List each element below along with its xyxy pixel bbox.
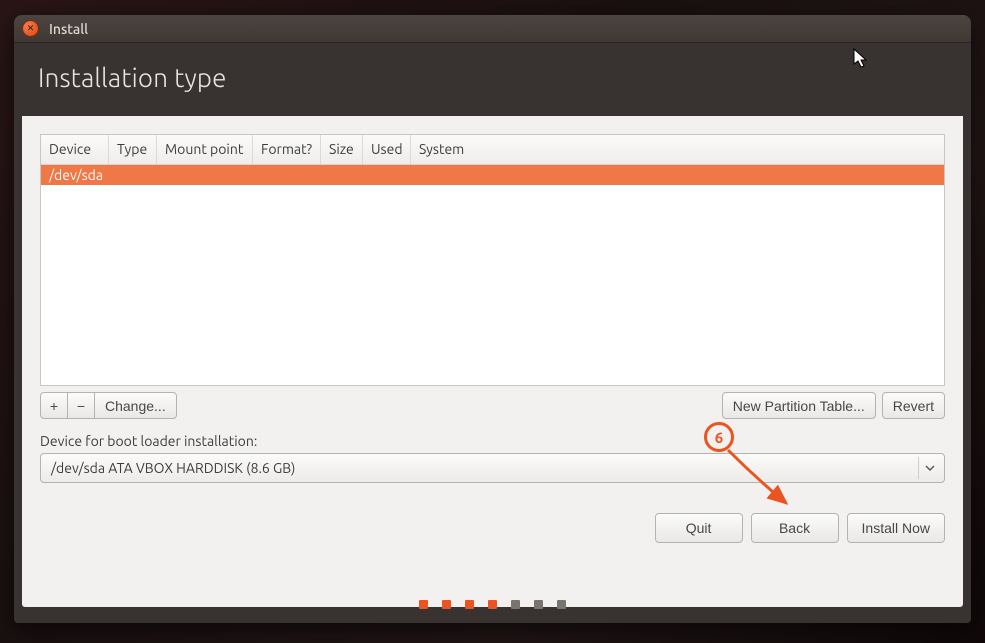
back-button[interactable]: Back	[751, 513, 839, 543]
col-type[interactable]: Type	[109, 135, 157, 164]
add-partition-button[interactable]: +	[40, 392, 67, 419]
progress-dot	[442, 600, 451, 609]
col-used[interactable]: Used	[363, 135, 411, 164]
progress-dot	[465, 600, 474, 609]
col-format[interactable]: Format?	[253, 135, 321, 164]
progress-dot	[488, 600, 497, 609]
chevron-down-icon	[918, 457, 940, 479]
partition-table: Device Type Mount point Format? Size Use…	[40, 134, 945, 386]
install-now-button[interactable]: Install Now	[847, 513, 945, 543]
table-body[interactable]: /dev/sda	[41, 165, 944, 385]
progress-dots	[14, 600, 971, 609]
progress-dot	[557, 600, 566, 609]
close-icon: ✕	[27, 23, 35, 34]
quit-button[interactable]: Quit	[655, 513, 743, 543]
titlebar: ✕ Install	[14, 15, 971, 43]
footer-buttons: Quit Back Install Now	[40, 513, 945, 543]
progress-dot	[511, 600, 520, 609]
progress-dot	[534, 600, 543, 609]
col-mount[interactable]: Mount point	[157, 135, 253, 164]
col-device[interactable]: Device	[41, 135, 109, 164]
bootloader-select[interactable]: /dev/sda ATA VBOX HARDDISK (8.6 GB)	[40, 453, 945, 483]
col-system[interactable]: System	[411, 135, 944, 164]
right-button-group: New Partition Table... Revert	[722, 392, 945, 419]
table-header: Device Type Mount point Format? Size Use…	[41, 135, 944, 165]
row-device: /dev/sda	[49, 167, 103, 183]
bootloader-label: Device for boot loader installation:	[40, 433, 945, 449]
table-row[interactable]: /dev/sda	[41, 165, 944, 185]
left-button-group: + − Change...	[40, 392, 177, 419]
remove-partition-button[interactable]: −	[67, 392, 94, 419]
revert-button[interactable]: Revert	[882, 392, 945, 419]
install-window: ✕ Install Installation type Device Type …	[14, 15, 971, 623]
col-size[interactable]: Size	[321, 135, 363, 164]
new-partition-table-button[interactable]: New Partition Table...	[722, 392, 876, 419]
content-area: Device Type Mount point Format? Size Use…	[22, 116, 963, 607]
bootloader-selected: /dev/sda ATA VBOX HARDDISK (8.6 GB)	[51, 460, 295, 476]
progress-dot	[419, 600, 428, 609]
page-title: Installation type	[38, 63, 947, 92]
partition-toolbar: + − Change... New Partition Table... Rev…	[40, 392, 945, 419]
close-button[interactable]: ✕	[22, 20, 39, 37]
change-partition-button[interactable]: Change...	[94, 392, 177, 419]
window-title: Install	[49, 21, 88, 37]
header: Installation type	[14, 43, 971, 116]
